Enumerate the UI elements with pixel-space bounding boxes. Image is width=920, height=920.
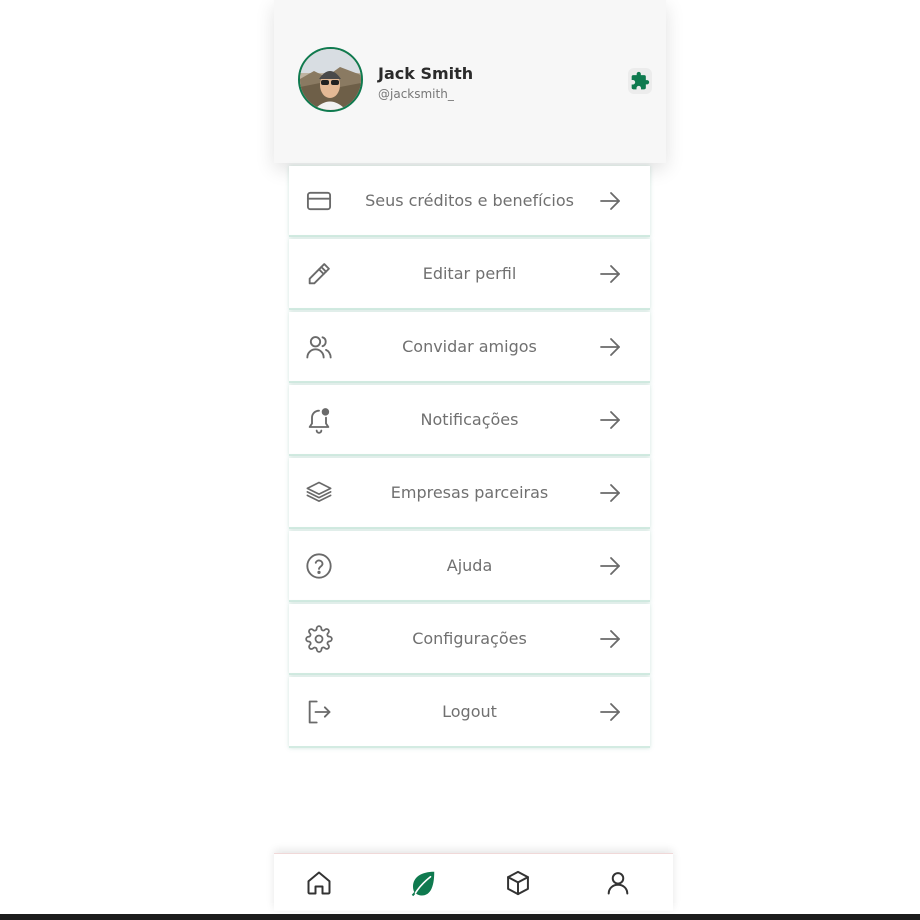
gear-icon <box>305 624 333 653</box>
arrow-right-icon <box>598 408 622 432</box>
menu-item-label: Empresas parceiras <box>390 483 549 502</box>
pencil-icon <box>305 260 333 288</box>
menu-item-edit-profile[interactable]: Editar perfil <box>289 239 650 310</box>
layers-icon <box>305 479 333 507</box>
help-circle-icon <box>305 552 333 580</box>
user-handle: @jacksmith_ <box>378 87 454 101</box>
arrow-right-icon <box>598 189 622 213</box>
menu-item-settings[interactable]: Configurações <box>289 604 650 675</box>
arrow-right-icon <box>598 481 622 505</box>
menu-item-label: Convidar amigos <box>402 337 537 356</box>
arrow-right-icon <box>598 627 622 651</box>
avatar[interactable] <box>298 47 363 112</box>
puzzle-icon[interactable] <box>628 68 652 94</box>
profile-card: Jack Smith @jacksmith_ <box>274 0 666 163</box>
bottom-nav <box>274 853 673 911</box>
arrow-right-icon <box>598 700 622 724</box>
menu-item-label: Seus créditos e benefícios <box>365 191 574 210</box>
menu-item-credits[interactable]: Seus créditos e benefícios <box>289 166 650 237</box>
menu-item-label: Editar perfil <box>422 264 517 283</box>
arrow-right-icon <box>598 335 622 359</box>
menu-item-label: Configurações <box>412 629 527 648</box>
leaf-icon[interactable] <box>408 868 438 898</box>
user-icon[interactable] <box>603 868 633 898</box>
menu-item-invite-friends[interactable]: Convidar amigos <box>289 312 650 383</box>
home-icon[interactable] <box>304 868 334 898</box>
menu-item-notifications[interactable]: Notificações <box>289 385 650 456</box>
user-name: Jack Smith <box>378 64 474 83</box>
arrow-right-icon <box>598 554 622 578</box>
profile-menu: Seus créditos e benefícios Editar perfil… <box>289 166 650 750</box>
menu-item-help[interactable]: Ajuda <box>289 531 650 602</box>
logout-icon <box>305 698 333 726</box>
bell-icon <box>305 406 333 434</box>
users-icon <box>305 333 333 361</box>
menu-item-label: Logout <box>442 702 497 721</box>
menu-item-partner-companies[interactable]: Empresas parceiras <box>289 458 650 529</box>
menu-item-label: Notificações <box>420 410 519 429</box>
menu-item-label: Ajuda <box>446 556 493 575</box>
avatar-photo <box>300 49 361 110</box>
box-icon[interactable] <box>503 868 533 898</box>
menu-item-logout[interactable]: Logout <box>289 677 650 748</box>
credit-card-icon <box>305 187 333 215</box>
arrow-right-icon <box>598 262 622 286</box>
system-bar <box>0 914 920 920</box>
